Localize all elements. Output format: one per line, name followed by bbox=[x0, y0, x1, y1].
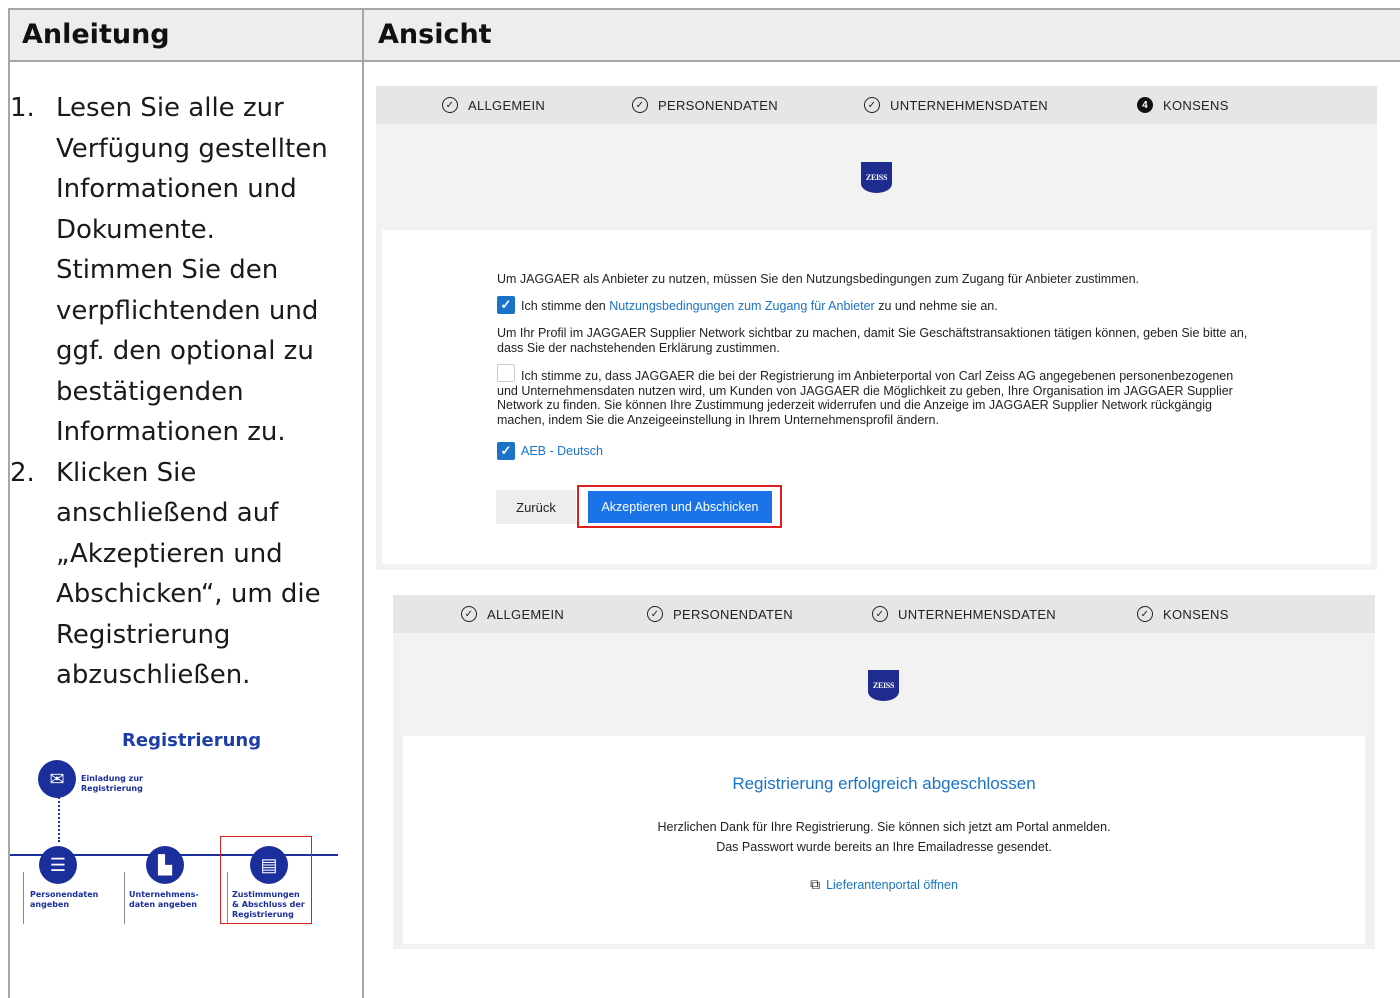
zeiss-logo: ZEISS bbox=[868, 670, 899, 701]
diagram-step-label: Unternehmens-daten angeben bbox=[129, 890, 199, 909]
factory-icon: ▙ bbox=[146, 846, 184, 884]
column-header-ansicht: Ansicht bbox=[364, 10, 1400, 62]
progress-stepper: ✓ ALLGEMEIN ✓ PERSONENDATEN ✓ UNTERNEHMENSD… bbox=[376, 86, 1377, 124]
step-konsens[interactable]: ✓ KONSENS bbox=[1137, 595, 1229, 633]
terms-line: Ich stimme den Nutzungsbedingungen zum Z… bbox=[521, 299, 1361, 314]
column-divider bbox=[362, 62, 364, 998]
registration-flow-diagram: Registrierung ✉ Einladung zur Registrier… bbox=[10, 730, 340, 930]
check-circle-icon: ✓ bbox=[864, 97, 880, 113]
back-button[interactable]: Zurück bbox=[496, 490, 576, 524]
external-link-icon: ⧉ bbox=[810, 876, 821, 892]
terms-checkbox[interactable]: ✓ bbox=[497, 296, 515, 314]
zeiss-logo: ZEISS bbox=[861, 162, 892, 193]
step-number: 1. bbox=[10, 93, 35, 123]
current-step-highlight bbox=[220, 836, 312, 924]
intro-text: Um JAGGAER als Anbieter zu nutzen, müsse… bbox=[497, 272, 1140, 286]
check-circle-icon: ✓ bbox=[442, 97, 458, 113]
step-label: KONSENS bbox=[1163, 97, 1229, 113]
step-label: PERSONENDATEN bbox=[658, 97, 778, 113]
terms-link[interactable]: Nutzungsbedingungen zum Zugang für Anbie… bbox=[609, 299, 874, 313]
step-personendaten[interactable]: ✓ PERSONENDATEN bbox=[632, 86, 778, 124]
instruction-list: 1. Lesen Sie alle zur Verfügung gestellte… bbox=[10, 88, 340, 696]
step-label: PERSONENDATEN bbox=[673, 606, 793, 622]
portal-link[interactable]: ⧉ Lieferantenportal öffnen bbox=[403, 877, 1365, 893]
success-card: Registrierung erfolgreich abgeschlossen … bbox=[403, 736, 1365, 944]
diagram-tick bbox=[124, 872, 125, 924]
diagram-tick bbox=[23, 872, 24, 924]
step-text: Klicken Sie anschließend auf „Akzeptiere… bbox=[56, 457, 321, 691]
id-card-icon: ☰ bbox=[39, 846, 77, 884]
check-circle-icon: ✓ bbox=[1137, 606, 1153, 622]
success-title: Registrierung erfolgreich abgeschlossen bbox=[732, 774, 1036, 793]
check-circle-icon: ✓ bbox=[461, 606, 477, 622]
step-allgemein[interactable]: ✓ ALLGEMEIN bbox=[461, 595, 564, 633]
diagram-title: Registrierung bbox=[122, 730, 262, 751]
consent-screenshot: ✓ ALLGEMEIN ✓ PERSONENDATEN ✓ UNTERNEHMENSD… bbox=[376, 86, 1377, 570]
step-text: Lesen Sie alle zur Verfügung gestellten … bbox=[56, 93, 328, 447]
diagram-step-label: Einladung zur Registrierung bbox=[81, 774, 143, 793]
check-circle-icon: ✓ bbox=[647, 606, 663, 622]
step-number: 2. bbox=[10, 457, 35, 488]
step-allgemein[interactable]: ✓ ALLGEMEIN bbox=[442, 86, 545, 124]
instruction-step-1: 1. Lesen Sie alle zur Verfügung gestellte… bbox=[10, 88, 340, 453]
thanks-line-2: Das Passwort wurde bereits an Ihre Email… bbox=[716, 840, 1052, 854]
step-unternehmensdaten[interactable]: ✓ UNTERNEHMENSDATEN bbox=[864, 86, 1048, 124]
accept-button-highlight bbox=[577, 485, 782, 528]
thanks-line-1: Herzlichen Dank für Ihre Registrierung. … bbox=[657, 820, 1111, 834]
consent-card: Um JAGGAER als Anbieter zu nutzen, müsse… bbox=[382, 230, 1371, 564]
diagram-dotted-connector bbox=[58, 790, 60, 842]
step-label: ALLGEMEIN bbox=[487, 606, 565, 622]
step-label: UNTERNEHMENSDATEN bbox=[890, 97, 1048, 113]
step-konsens[interactable]: 4 KONSENS bbox=[1137, 86, 1229, 124]
diagram-step-label: Personendaten angeben bbox=[30, 890, 99, 909]
step-label: ALLGEMEIN bbox=[468, 97, 546, 113]
column-header-anleitung: Anleitung bbox=[10, 10, 364, 62]
check-circle-icon: ✓ bbox=[632, 97, 648, 113]
progress-stepper: ✓ ALLGEMEIN ✓ PERSONENDATEN ✓ UNTERNEHMENSD… bbox=[393, 595, 1375, 633]
instruction-step-2: 2. Klicken Sie anschließend auf „Akzeptie… bbox=[10, 453, 340, 696]
check-circle-icon: ✓ bbox=[872, 606, 888, 622]
portal-link-label: Lieferantenportal öffnen bbox=[826, 878, 958, 892]
profile-text: Um Ihr Profil im JAGGAER Supplier Networ… bbox=[497, 326, 1248, 355]
success-screenshot: ✓ ALLGEMEIN ✓ PERSONENDATEN ✓ UNTERNEHMENSD… bbox=[393, 595, 1375, 949]
step-label: UNTERNEHMENSDATEN bbox=[898, 606, 1056, 622]
terms-suffix: zu und nehme sie an. bbox=[878, 299, 998, 313]
mail-icon: ✉ bbox=[38, 760, 76, 798]
step-label: KONSENS bbox=[1163, 606, 1229, 622]
aeb-link[interactable]: AEB - Deutsch bbox=[521, 444, 603, 459]
step-number-icon: 4 bbox=[1137, 97, 1153, 113]
consent-text: Ich stimme zu, dass JAGGAER die bei der … bbox=[497, 369, 1234, 427]
terms-prefix: Ich stimme den bbox=[521, 299, 606, 313]
step-unternehmensdaten[interactable]: ✓ UNTERNEHMENSDATEN bbox=[872, 595, 1056, 633]
aeb-checkbox[interactable]: ✓ bbox=[497, 442, 515, 460]
step-personendaten[interactable]: ✓ PERSONENDATEN bbox=[647, 595, 793, 633]
